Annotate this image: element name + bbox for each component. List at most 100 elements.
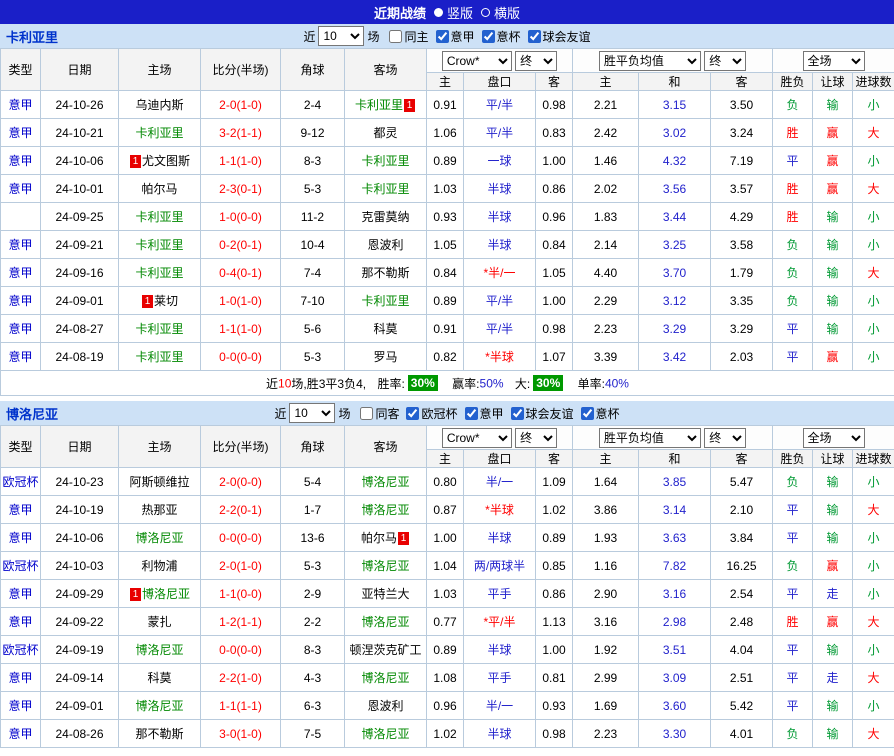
cell-goals: 小 <box>853 203 894 231</box>
filter-checkbox[interactable] <box>465 407 478 420</box>
match-row: 意甲24-09-01博洛尼亚1-1(1-1)6-3恩波利0.96半/一0.931… <box>1 692 894 720</box>
view-option-vertical[interactable]: 竖版 <box>434 3 473 22</box>
scope-select[interactable]: 全场 <box>803 51 865 71</box>
filter-意杯[interactable]: 意杯 <box>581 405 620 422</box>
cell-score: 1-0(0-0) <box>201 203 281 231</box>
cell-score: 2-2(0-1) <box>201 496 281 524</box>
cell-date: 24-09-19 <box>41 636 119 664</box>
cell-corners: 8-3 <box>281 636 345 664</box>
cell-corners: 10-4 <box>281 231 345 259</box>
cell-avg-draw: 3.15 <box>639 91 711 119</box>
filter-checkbox[interactable] <box>436 30 449 43</box>
subcol-result: 胜负 <box>773 450 813 468</box>
filter-意杯[interactable]: 意杯 <box>482 28 521 45</box>
avg-time-select[interactable]: 终 <box>704 51 746 71</box>
cell-avg-home: 2.99 <box>573 664 639 692</box>
scope-select[interactable]: 全场 <box>803 428 865 448</box>
cell-home-team: 卡利亚里 <box>119 259 201 287</box>
filter-checkbox-label: 球会友谊 <box>526 405 574 422</box>
filter-checkbox[interactable] <box>581 407 594 420</box>
radio-selected-icon[interactable] <box>434 8 443 17</box>
col-header-score: 比分(半场) <box>201 49 281 91</box>
summary-count: 10 <box>278 376 291 390</box>
cell-home-team: 1莱切 <box>119 287 201 315</box>
cell-goals: 小 <box>853 636 894 664</box>
filter-意甲[interactable]: 意甲 <box>436 28 475 45</box>
filter-欧冠杯[interactable]: 欧冠杯 <box>406 405 457 422</box>
cell-avg-away: 3.29 <box>711 315 773 343</box>
cell-avg-away: 3.58 <box>711 231 773 259</box>
cell-competition: 意甲 <box>1 91 41 119</box>
filter-checkbox[interactable] <box>511 407 524 420</box>
bookmaker-select[interactable]: Crow* <box>442 428 512 448</box>
filter-意甲[interactable]: 意甲 <box>465 405 504 422</box>
cell-goals: 小 <box>853 91 894 119</box>
league-filter-checkboxes: 同主意甲意杯球会友谊 <box>382 28 590 45</box>
cell-corners: 2-2 <box>281 608 345 636</box>
team-name: 卡利亚里 <box>135 210 183 224</box>
cell-score: 0-0(0-0) <box>201 636 281 664</box>
cell-odds-away: 1.00 <box>536 287 573 315</box>
cell-handicap-result: 输 <box>813 91 853 119</box>
cell-away-team: 亚特兰大 <box>345 580 427 608</box>
cell-avg-away: 3.35 <box>711 287 773 315</box>
filter-controls: 近 10 场 同主意甲意杯球会友谊 <box>0 24 894 48</box>
match-count-select[interactable]: 10 <box>318 26 364 46</box>
team-name: 恩波利 <box>367 238 403 252</box>
cell-avg-home: 2.90 <box>573 580 639 608</box>
match-row: 欧冠杯24-09-19博洛尼亚0-0(0-0)8-3顿涅茨克矿工0.89半球1.… <box>1 636 894 664</box>
team-name: 罗马 <box>373 350 397 364</box>
filter-球会友谊[interactable]: 球会友谊 <box>511 405 574 422</box>
cell-handicap: 半/一 <box>464 692 536 720</box>
cell-avg-away: 5.47 <box>711 468 773 496</box>
cell-competition: 意甲 <box>1 287 41 315</box>
cell-competition: 意甲 <box>1 664 41 692</box>
odds-time-select[interactable]: 终 <box>515 51 557 71</box>
cell-odds-away: 0.89 <box>536 524 573 552</box>
subcol-handicap: 盘口 <box>464 450 536 468</box>
subcol-odds-away: 客 <box>536 450 573 468</box>
filter-checkbox[interactable] <box>528 30 541 43</box>
match-row: 欧冠杯24-10-03利物浦2-0(1-0)5-3博洛尼亚1.04两/两球半0.… <box>1 552 894 580</box>
filter-checkbox[interactable] <box>360 407 373 420</box>
filter-同客[interactable]: 同客 <box>360 405 399 422</box>
cell-home-team: 卡利亚里 <box>119 315 201 343</box>
match-row: 意甲24-08-27卡利亚里1-1(1-0)5-6科莫0.91平/半0.982.… <box>1 315 894 343</box>
team-name: 莱切 <box>154 294 178 308</box>
cell-odds-away: 1.05 <box>536 259 573 287</box>
team-name: 博洛尼亚 <box>142 587 190 601</box>
cell-avg-home: 3.39 <box>573 343 639 371</box>
odds-time-select[interactable]: 终 <box>515 428 557 448</box>
cell-avg-draw: 7.82 <box>639 552 711 580</box>
cell-competition: 意甲 <box>1 496 41 524</box>
cell-handicap: 平/半 <box>464 119 536 147</box>
cell-goals: 大 <box>853 119 894 147</box>
avg-time-select[interactable]: 终 <box>704 428 746 448</box>
filter-checkbox[interactable] <box>389 30 402 43</box>
filter-同主[interactable]: 同主 <box>389 28 428 45</box>
cell-odds-home: 0.77 <box>427 608 464 636</box>
subcol-goals: 进球数 <box>853 73 894 91</box>
top-bar: 近期战绩 竖版 横版 <box>0 0 894 24</box>
cell-competition: 欧冠杯 <box>1 552 41 580</box>
match-count-select[interactable]: 10 <box>289 403 335 423</box>
view-option-horizontal[interactable]: 横版 <box>481 3 520 22</box>
cell-result: 负 <box>773 720 813 748</box>
filter-checkbox[interactable] <box>406 407 419 420</box>
team-name: 顿涅茨克矿工 <box>349 643 421 657</box>
cell-away-team: 帕尔马1 <box>345 524 427 552</box>
cell-result: 平 <box>773 496 813 524</box>
filter-球会友谊[interactable]: 球会友谊 <box>528 28 591 45</box>
filter-checkbox-label: 同主 <box>404 28 428 45</box>
cell-goals: 大 <box>853 259 894 287</box>
cell-handicap-result: 输 <box>813 692 853 720</box>
avg-header-cell: 胜平负均值 终 <box>573 49 773 73</box>
filter-checkbox[interactable] <box>482 30 495 43</box>
bookmaker-select[interactable]: Crow* <box>442 51 512 71</box>
cell-avg-draw: 4.32 <box>639 147 711 175</box>
cell-competition: 意杯 <box>1 203 41 231</box>
radio-unselected-icon[interactable] <box>481 8 490 17</box>
avg-odds-select[interactable]: 胜平负均值 <box>599 51 701 71</box>
avg-odds-select[interactable]: 胜平负均值 <box>599 428 701 448</box>
cell-avg-away: 16.25 <box>711 552 773 580</box>
